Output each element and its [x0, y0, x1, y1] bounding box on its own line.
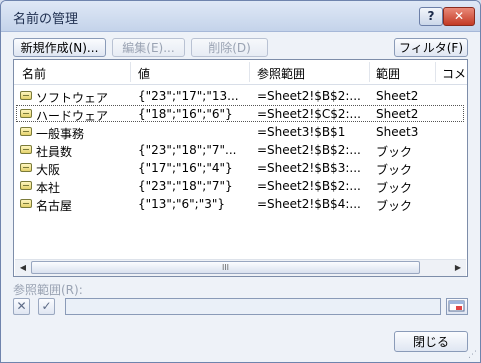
collapse-dialog-button[interactable] [446, 298, 468, 315]
dialog-title: 名前の管理 [13, 12, 79, 27]
close-window-button[interactable]: ✕ [443, 7, 475, 26]
column-refers-to[interactable]: 参照範囲 [257, 65, 305, 82]
column-comment[interactable]: コメ [442, 65, 466, 82]
name-icon [20, 145, 32, 154]
commit-edit-button[interactable]: ✓ [38, 298, 55, 315]
filter-button[interactable]: フィルタ(F) ▾ [394, 38, 468, 73]
scrollbar-thumb[interactable]: III [31, 261, 420, 274]
title-bar: 名前の管理 ? ✕ [1, 1, 480, 32]
table-row-selected[interactable]: ハードウェア {"18";"16";"6"} =Sheet2!$C$2:... … [14, 105, 467, 123]
table-row[interactable]: ソフトウェア {"23";"17";"13... =Sheet2!$B$2:..… [14, 87, 467, 105]
horizontal-scrollbar[interactable]: ◀ III ▶ [15, 259, 466, 276]
close-button[interactable]: 閉じる [394, 331, 468, 352]
cancel-edit-button[interactable]: ✕ [13, 298, 30, 315]
names-list[interactable]: 名前 値 参照範囲 範囲 コメ ソフトウェア {"23";"17";"13...… [13, 59, 468, 277]
scroll-right-arrow-icon[interactable]: ▶ [451, 262, 465, 274]
refers-to-label: 参照範囲(R): [13, 283, 83, 297]
help-button[interactable]: ? [419, 7, 443, 26]
table-row[interactable]: 大阪 {"17";"16";"4"} =Sheet2!$B$3:... ブック [14, 159, 467, 177]
column-name[interactable]: 名前 [22, 65, 46, 82]
resize-grip-icon[interactable]: ⋰ [468, 350, 478, 360]
edit-button[interactable]: 編集(E)... [112, 38, 185, 57]
table-row[interactable]: 本社 {"23";"18";"7"} =Sheet2!$B$2:... ブック [14, 177, 467, 195]
name-icon [20, 109, 32, 118]
name-manager-dialog: 名前の管理 ? ✕ 新規作成(N)... 編集(E)... 削除(D) フィルタ… [0, 0, 481, 363]
scroll-left-arrow-icon[interactable]: ◀ [16, 262, 30, 274]
table-row[interactable]: 名古屋 {"13";"6";"3"} =Sheet2!$B$4:... ブック [14, 195, 467, 213]
name-icon [20, 181, 32, 190]
name-icon [20, 163, 32, 172]
refers-to-input[interactable] [65, 298, 441, 315]
column-header: 名前 値 参照範囲 範囲 コメ [14, 60, 467, 85]
name-icon [20, 91, 32, 100]
table-row[interactable]: 社員数 {"23";"18";"7"... =Sheet2!$B$2:... ブ… [14, 141, 467, 159]
column-value[interactable]: 値 [138, 65, 150, 82]
new-button[interactable]: 新規作成(N)... [13, 38, 106, 57]
column-scope[interactable]: 範囲 [376, 65, 400, 82]
table-row[interactable]: 一般事務 =Sheet3!$B$1 Sheet3 [14, 123, 467, 141]
range-select-icon [448, 300, 465, 312]
delete-button[interactable]: 削除(D) [191, 38, 268, 57]
name-icon [20, 199, 32, 208]
name-icon [20, 127, 32, 136]
